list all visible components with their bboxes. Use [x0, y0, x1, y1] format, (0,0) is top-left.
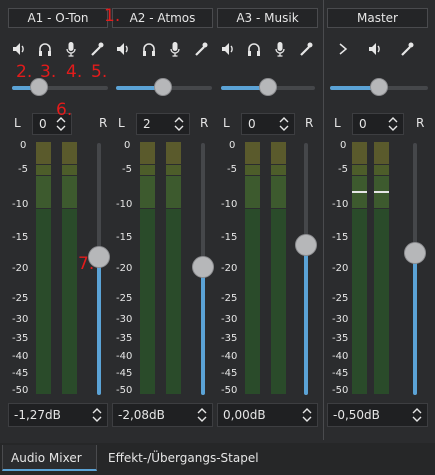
pan-left-label: L: [14, 116, 21, 130]
level-meter-right: [374, 142, 389, 394]
panel-tabs: Audio Mixer Effekt-/Übergangs-Stapel: [0, 443, 435, 475]
volume-fader[interactable]: [192, 143, 214, 395]
annotation-4: 4.: [66, 62, 83, 82]
spin-arrows-icon[interactable]: [91, 406, 103, 424]
spin-arrows-icon[interactable]: [387, 115, 399, 133]
peak-marker: [352, 191, 367, 193]
spin-arrows-icon[interactable]: [411, 406, 423, 424]
volume-knob[interactable]: [295, 234, 317, 256]
record-icon[interactable]: [90, 41, 104, 57]
record-icon[interactable]: [299, 41, 313, 57]
speaker-icon[interactable]: [12, 41, 26, 57]
speaker-icon[interactable]: [368, 41, 382, 57]
spin-arrows-icon[interactable]: [278, 115, 290, 133]
annotation-7: 7.: [78, 254, 95, 274]
pan-right-label: R: [416, 116, 425, 130]
pan-right-label: R: [305, 116, 314, 130]
chevron-right-icon[interactable]: [336, 41, 350, 57]
level-meter-left: [36, 142, 51, 394]
pan-slider[interactable]: [330, 78, 428, 97]
pan-spinbox[interactable]: 0: [352, 113, 404, 135]
audio-mixer-panel: A1 - O-Ton L 0 R 0 -5 -10 -15 -20 -25 -3…: [0, 0, 435, 443]
annotation-3: 3.: [40, 62, 57, 82]
headphones-icon[interactable]: [142, 41, 156, 57]
record-icon[interactable]: [400, 41, 414, 57]
level-meter-left: [352, 142, 367, 394]
pan-spinbox[interactable]: 0: [241, 113, 295, 135]
record-icon[interactable]: [194, 41, 208, 57]
peak-marker: [374, 191, 389, 193]
annotation-1: 1.: [104, 6, 121, 26]
volume-fader[interactable]: [404, 143, 426, 395]
channel-master: Master L 0 R 0 -5 -10 -15 -20 -25 -30 -3…: [324, 0, 435, 440]
volume-fader[interactable]: [295, 143, 317, 395]
channel-a2: A2 - Atmos L 2 R 0 -5 -10 -15 -20 -25 -3…: [110, 0, 215, 440]
microphone-icon[interactable]: [64, 41, 78, 57]
channel-a3: A3 - Musik L 0 R 0 -5 -10 -15 -20 -25 -3…: [215, 0, 320, 440]
level-meter-left: [140, 142, 155, 394]
microphone-icon[interactable]: [168, 41, 182, 57]
channel-name[interactable]: A1 - O-Ton: [8, 8, 108, 28]
volume-db-field[interactable]: 0,00dB: [217, 403, 318, 427]
microphone-icon[interactable]: [273, 41, 287, 57]
headphones-icon[interactable]: [38, 41, 52, 57]
pan-right-label: R: [200, 116, 209, 130]
annotation-5: 5.: [91, 62, 108, 82]
channel-name[interactable]: A2 - Atmos: [112, 8, 213, 28]
pan-left-label: L: [118, 116, 125, 130]
spin-arrows-icon[interactable]: [196, 406, 208, 424]
channel-name[interactable]: A3 - Musik: [217, 8, 318, 28]
level-meter-right: [62, 142, 77, 394]
headphones-icon[interactable]: [247, 41, 261, 57]
speaker-icon[interactable]: [116, 41, 130, 57]
volume-db-field[interactable]: -2,08dB: [112, 403, 213, 427]
annotation-6: 6.: [56, 100, 73, 120]
spin-arrows-icon[interactable]: [301, 406, 313, 424]
volume-db-field[interactable]: -0,50dB: [327, 403, 428, 427]
pan-knob[interactable]: [370, 78, 388, 96]
pan-knob[interactable]: [259, 78, 277, 96]
pan-knob[interactable]: [154, 78, 172, 96]
annotation-2: 2.: [16, 62, 33, 82]
speaker-icon[interactable]: [221, 41, 235, 57]
pan-right-label: R: [99, 116, 108, 130]
tab-audio-mixer[interactable]: Audio Mixer: [2, 445, 97, 471]
pan-left-label: L: [223, 116, 230, 130]
tab-effect-stack[interactable]: Effekt-/Übergangs-Stapel: [100, 445, 270, 471]
volume-knob[interactable]: [404, 242, 426, 264]
volume-knob[interactable]: [192, 256, 214, 278]
channel-name[interactable]: Master: [327, 8, 428, 28]
pan-left-label: L: [334, 116, 341, 130]
level-meter-right: [271, 142, 286, 394]
level-meter-left: [245, 142, 260, 394]
level-meter-right: [166, 142, 181, 394]
volume-db-field[interactable]: -1,27dB: [8, 403, 108, 427]
spin-arrows-icon[interactable]: [173, 115, 185, 133]
pan-slider[interactable]: [116, 78, 212, 97]
pan-spinbox[interactable]: 2: [136, 113, 190, 135]
pan-slider[interactable]: [221, 78, 315, 97]
volume-fader[interactable]: [88, 143, 110, 395]
